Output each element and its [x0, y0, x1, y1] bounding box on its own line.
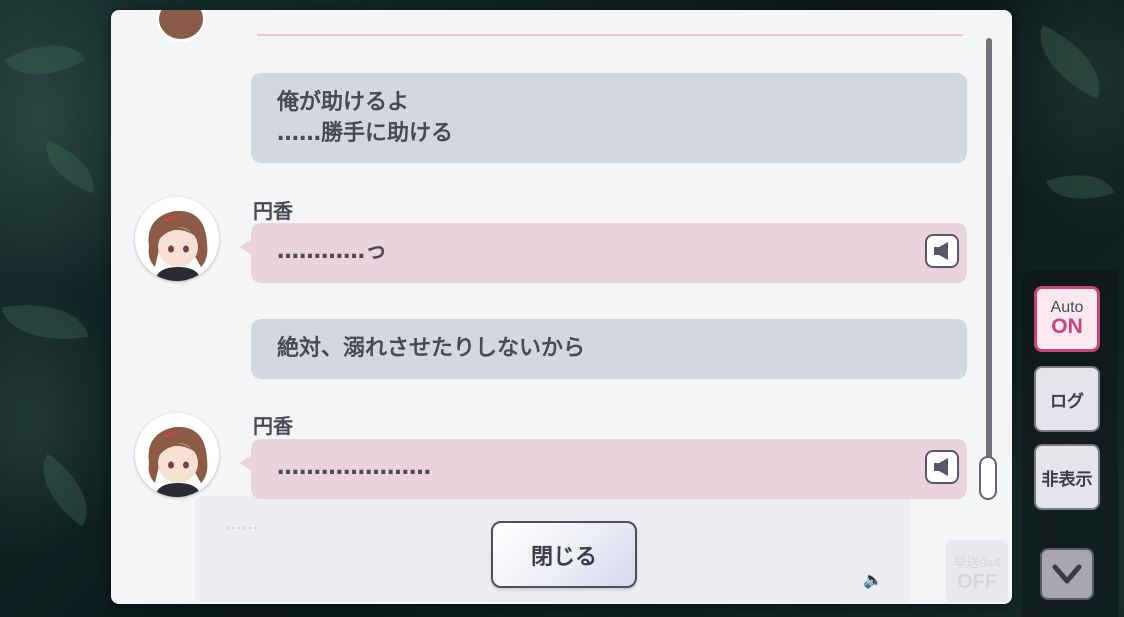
- message-text: 俺が助けるよ ……勝手に助ける: [277, 90, 454, 146]
- log-button[interactable]: ログ: [1034, 366, 1100, 432]
- auto-toggle-button[interactable]: Auto ON: [1034, 286, 1100, 352]
- avatar: [156, 10, 206, 42]
- auto-label: Auto: [1050, 299, 1084, 316]
- speaker-name: 円香: [253, 199, 293, 223]
- background-voice-icon: 🔈: [863, 570, 883, 589]
- background-message-text: ……: [225, 514, 259, 533]
- hide-ui-button[interactable]: 非表示: [1034, 444, 1100, 510]
- log-entry-character: …………っ: [239, 223, 967, 283]
- character-avatar: [135, 197, 219, 281]
- close-button[interactable]: 閉じる: [491, 521, 637, 588]
- log-scrollbar-thumb[interactable]: [979, 456, 997, 500]
- message-text: …………っ: [277, 239, 388, 264]
- previous-message-edge: [257, 34, 963, 36]
- log-scrollbar-track[interactable]: [986, 38, 992, 478]
- message-log-dialog: …… 🔈 早送0x4 OFF 俺が助けるよ ……勝手に助ける 円香 …………っ: [111, 10, 1012, 604]
- character-avatar: [135, 413, 219, 497]
- speaker-name: 円香: [253, 414, 293, 438]
- chevron-down-icon: [1052, 564, 1082, 584]
- auto-state: ON: [1051, 315, 1083, 338]
- message-text: 絶対、溺れさせたりしないから: [277, 336, 586, 361]
- speaker-icon: [934, 458, 948, 476]
- log-entry-narration: 絶対、溺れさせたりしないから: [251, 319, 967, 379]
- message-text: …………………: [277, 455, 431, 480]
- speaker-icon: [934, 242, 948, 260]
- advance-button[interactable]: [1040, 548, 1094, 600]
- background-speed-button: 早送0x4 OFF: [946, 540, 1008, 602]
- log-entry-character: …………………: [239, 439, 967, 499]
- log-entry-narration: 俺が助けるよ ……勝手に助ける: [251, 73, 967, 163]
- voice-replay-button[interactable]: [925, 234, 959, 268]
- voice-replay-button[interactable]: [925, 450, 959, 484]
